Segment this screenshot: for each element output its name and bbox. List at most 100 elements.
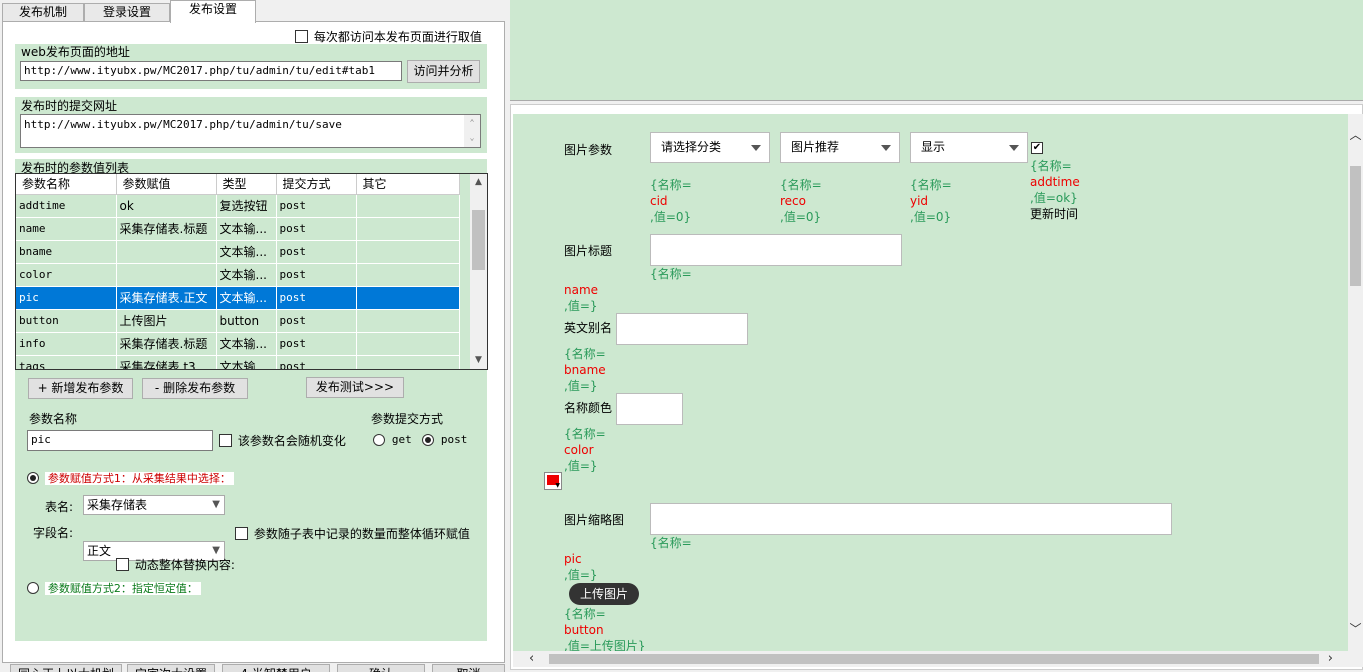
bottom-button-3[interactable]: 4.半卸禁用户 xyxy=(222,664,330,672)
recommend-select[interactable]: 图片推荐 xyxy=(780,132,900,163)
column-header[interactable]: 提交方式 xyxy=(276,174,357,195)
column-header[interactable]: 其它 xyxy=(356,174,460,195)
publish-url-label: web发布页面的地址 xyxy=(21,45,130,59)
mode1-label: 参数赋值方式1：从采集结果中选择： xyxy=(44,472,234,485)
table-cell: 采集存储表.t3 xyxy=(116,355,217,369)
method-get-radio[interactable] xyxy=(373,433,385,446)
mode2-option[interactable]: 参数赋值方式2：指定恒定值： xyxy=(27,580,201,596)
table-cell xyxy=(356,332,460,356)
pic-brace-open: {名称= xyxy=(650,536,692,550)
alias-label: 英文别名 xyxy=(564,321,613,335)
table-cell: tags xyxy=(16,355,117,369)
method-post-label: post xyxy=(440,433,468,446)
table-cell: 上传图片 xyxy=(116,309,217,333)
chevron-down-icon: ▼ xyxy=(555,482,560,489)
textarea-scrollbar[interactable]: ⌃ ⌄ xyxy=(464,115,480,147)
table-cell: post xyxy=(276,309,357,333)
publish-test-button[interactable]: 发布测试>>> xyxy=(306,377,404,398)
mode2-label: 参数赋值方式2：指定恒定值： xyxy=(44,582,201,595)
revisit-option[interactable]: 每次都访问本发布页面进行取值 xyxy=(295,28,482,45)
method-post-option[interactable]: post xyxy=(422,432,467,446)
table-row[interactable]: button 上传图片 button post xyxy=(16,309,460,333)
random-name-option[interactable]: 该参数名会随机变化 xyxy=(219,432,346,449)
cancel-button[interactable]: 取消 xyxy=(432,664,505,672)
tab-login-settings[interactable]: 登录设置 xyxy=(84,3,170,22)
table-cell: addtime xyxy=(16,194,117,218)
color-input[interactable] xyxy=(616,393,683,425)
param-table: 参数名称 参数赋值 类型 提交方式 其它 addtime ok 复选按钮 post na… xyxy=(15,173,488,370)
alias-input[interactable] xyxy=(616,313,748,345)
column-header[interactable]: 参数赋值 xyxy=(116,174,217,195)
chevron-down-icon[interactable]: ﹀ xyxy=(1348,620,1363,637)
column-header[interactable]: 参数名称 xyxy=(16,174,117,195)
visit-analyze-button[interactable]: 访问并分析 xyxy=(407,60,480,83)
dynamic-replace-checkbox[interactable] xyxy=(116,558,129,571)
brace-close: ,值=} xyxy=(564,379,598,393)
color-picker-button[interactable]: ▼ xyxy=(544,472,562,490)
add-param-button[interactable]: + 新增发布参数 xyxy=(28,378,133,399)
mode2-radio[interactable] xyxy=(27,582,39,594)
thumbnail-input[interactable] xyxy=(650,503,1172,535)
random-name-checkbox[interactable] xyxy=(219,434,232,447)
scroll-thumb[interactable] xyxy=(1350,166,1361,286)
brace-open: {名称= xyxy=(1030,159,1072,173)
chevron-up-icon[interactable]: ︿ xyxy=(1348,126,1363,143)
display-select[interactable]: 显示 xyxy=(910,132,1028,163)
preview-horizontal-scrollbar[interactable]: ‹ › xyxy=(513,651,1363,667)
table-row[interactable]: pic 采集存储表.正文 文本输... post xyxy=(16,286,460,310)
confirm-button[interactable]: 确认 xyxy=(337,664,425,672)
table-cell xyxy=(116,240,217,264)
chevron-down-icon xyxy=(751,145,761,151)
param-name-input[interactable]: pic xyxy=(27,430,213,451)
loop-assign-checkbox[interactable] xyxy=(235,527,248,540)
image-title-input[interactable] xyxy=(650,234,902,266)
revisit-label: 每次都访问本发布页面进行取值 xyxy=(313,30,482,44)
chevron-right-icon[interactable]: › xyxy=(1328,651,1333,667)
brace-close: ,值=ok} xyxy=(1030,191,1078,205)
chevron-down-icon xyxy=(881,145,891,151)
name-brace-open: {名称= xyxy=(650,267,692,281)
bottom-button-2[interactable]: 宝家次大设置 xyxy=(127,664,215,672)
column-header[interactable]: 类型 xyxy=(216,174,277,195)
scroll-thumb[interactable] xyxy=(472,210,485,270)
method-post-radio[interactable] xyxy=(422,433,434,446)
tab-publish-mechanism[interactable]: 发布机制 xyxy=(2,3,84,22)
addtime-checkbox[interactable]: ✔ xyxy=(1031,142,1043,154)
scroll-down-icon[interactable]: ▼ xyxy=(470,352,487,369)
brace-close: ,值=0} xyxy=(650,210,692,224)
publish-url-input[interactable]: http://www.ityubx.pw/MC2017.php/tu/admin… xyxy=(20,61,402,81)
category-select[interactable]: 请选择分类 xyxy=(650,132,770,163)
table-scrollbar[interactable]: ▲ ▼ xyxy=(470,174,487,369)
table-row[interactable]: name 采集存储表.标题 文本输... post xyxy=(16,217,460,241)
scroll-up-icon[interactable]: ▲ xyxy=(470,174,487,191)
preview-vertical-scrollbar[interactable]: ︿ ﹀ xyxy=(1348,114,1363,651)
table-row[interactable]: color 文本输... post xyxy=(16,263,460,287)
bottom-button-1[interactable]: 同心正上以大机划 xyxy=(10,664,122,672)
method-get-label: get xyxy=(391,433,412,446)
table-row[interactable]: tags 采集存储表.t3 文本输... post xyxy=(16,355,460,369)
method-get-option[interactable]: get xyxy=(373,432,412,446)
addtime-placeholder: {名称= addtime ,值=ok} 更新时间 xyxy=(1030,158,1080,222)
mode1-option[interactable]: 参数赋值方式1：从采集结果中选择： xyxy=(27,470,234,486)
button-placeholder: {名称= button ,值=上传图片} xyxy=(564,606,646,651)
table-cell xyxy=(356,263,460,287)
scroll-thumb[interactable] xyxy=(549,654,1319,664)
table-row[interactable]: addtime ok 复选按钮 post xyxy=(16,194,460,218)
tab-publish-settings[interactable]: 发布设置 xyxy=(170,0,256,23)
upload-image-button[interactable]: 上传图片 xyxy=(569,583,639,605)
submit-url-textarea[interactable]: http://www.ityubx.pw/MC2017.php/tu/admin… xyxy=(20,114,481,148)
table-row[interactable]: info 采集存储表.标题 文本输... post xyxy=(16,332,460,356)
brace-open: {名称= xyxy=(910,178,952,192)
loop-assign-label: 参数随子表中记录的数量而整体循环赋值 xyxy=(253,527,470,541)
field-name: addtime xyxy=(1030,175,1080,189)
revisit-checkbox[interactable] xyxy=(295,30,308,43)
table-name-select[interactable]: 采集存储表 ▼ xyxy=(83,495,225,515)
bname-placeholder: {名称= bname ,值=} xyxy=(564,346,606,394)
loop-assign-option[interactable]: 参数随子表中记录的数量而整体循环赋值 xyxy=(235,525,470,542)
tab-bar: 发布机制 登录设置 发布设置 xyxy=(0,0,508,23)
chevron-left-icon[interactable]: ‹ xyxy=(529,651,534,667)
table-row[interactable]: bname 文本输... post xyxy=(16,240,460,264)
mode1-radio[interactable] xyxy=(27,472,39,484)
delete-param-button[interactable]: - 删除发布参数 xyxy=(142,378,248,399)
dynamic-replace-option[interactable]: 动态整体替换内容: xyxy=(116,556,235,573)
